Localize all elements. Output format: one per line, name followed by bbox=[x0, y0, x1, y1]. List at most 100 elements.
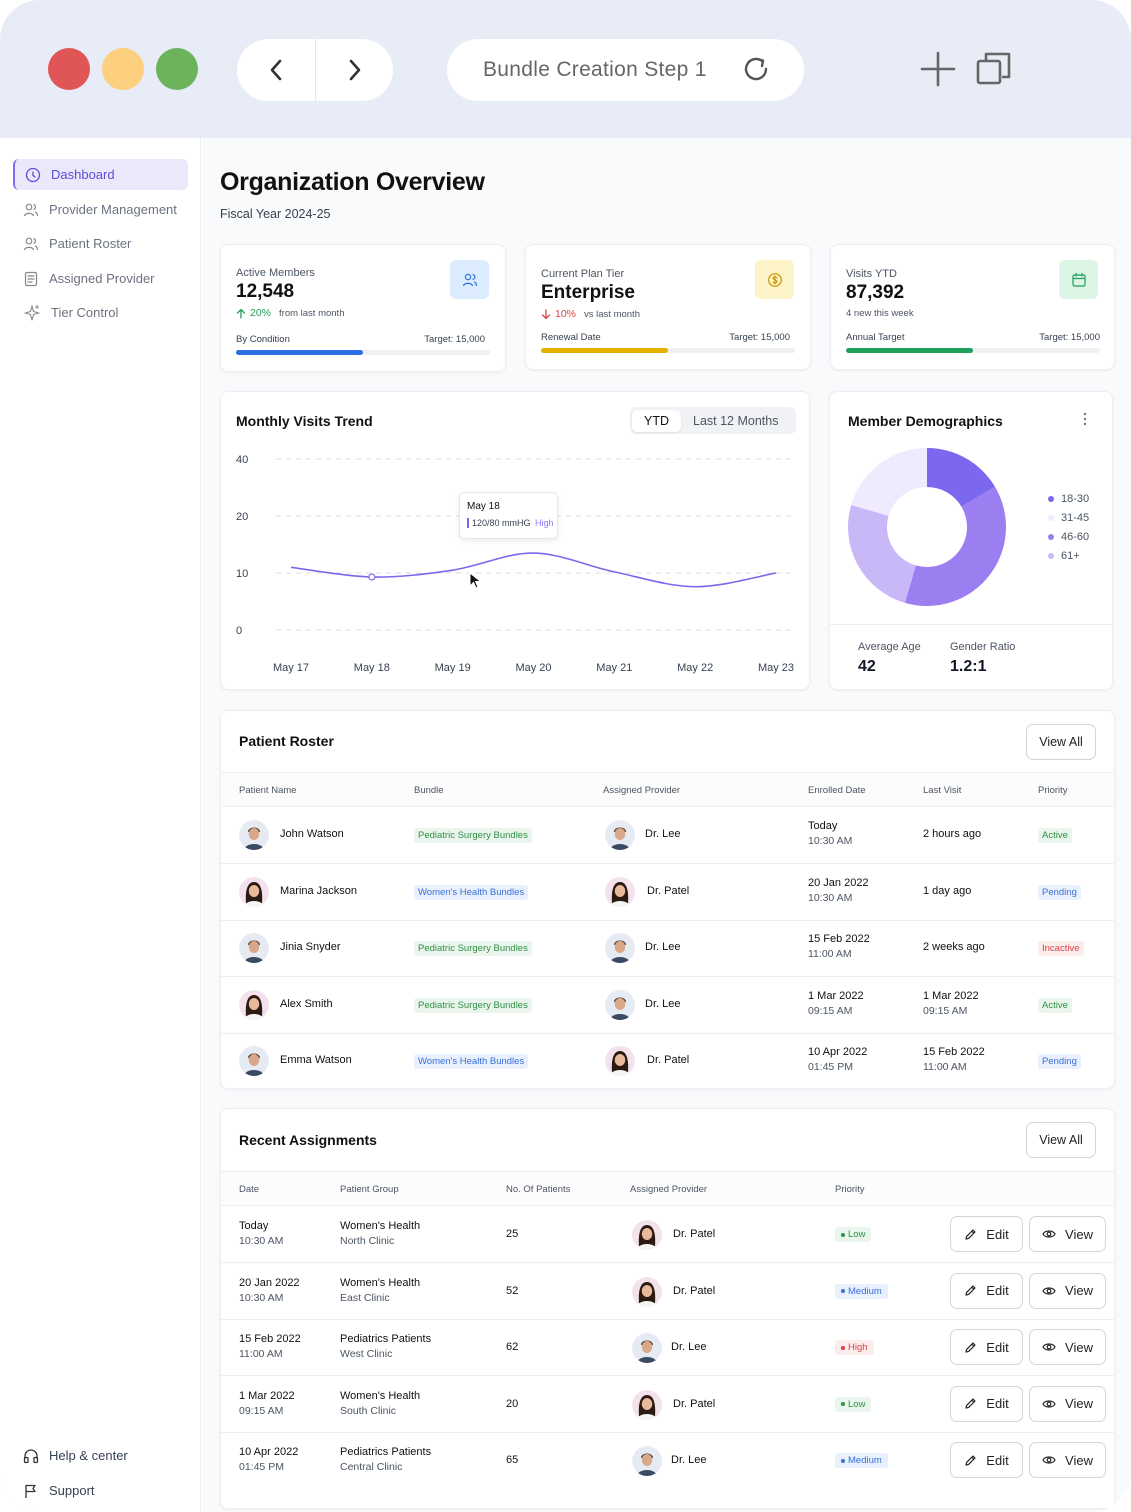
provider-avatar bbox=[632, 1220, 662, 1250]
enrolled-day: 10 Apr 2022 bbox=[808, 1046, 868, 1058]
priority-dot bbox=[841, 1458, 845, 1463]
sidebar-item-label: Patient Roster bbox=[49, 236, 132, 251]
clinic-name: West Clinic bbox=[340, 1348, 393, 1360]
address-bar[interactable]: Bundle Creation Step 1 bbox=[447, 39, 804, 101]
edit-button[interactable]: Edit bbox=[950, 1329, 1023, 1365]
assignment-date: 1 Mar 2022 09:15 AM bbox=[239, 1390, 295, 1417]
legend-label: 18-30 bbox=[1061, 493, 1090, 505]
edit-label: Edit bbox=[986, 1396, 1009, 1411]
visits-trend-card: Monthly Visits Trend YTD Last 12 Months … bbox=[220, 391, 810, 690]
table-row[interactable]: Today 10:30 AM Women's Health North Clinic 2… bbox=[221, 1206, 1114, 1263]
group-name: Women's Health bbox=[340, 1220, 421, 1232]
view-button[interactable]: View bbox=[1029, 1385, 1106, 1422]
tooltip-level: High bbox=[535, 518, 554, 528]
sidebar: Dashboard Provider Management Patient Ro… bbox=[0, 138, 201, 1512]
recent-assignments-card: Recent Assignments View All Date Patient… bbox=[220, 1108, 1115, 1509]
clinic-name: East Clinic bbox=[340, 1291, 390, 1304]
table-row[interactable]: Emma Watson Women's Health Bundles Dr. Pat… bbox=[221, 1033, 1114, 1090]
table-row[interactable]: 15 Feb 2022 11:00 AM Pediatrics Patients We… bbox=[221, 1319, 1114, 1376]
new-tab-icon[interactable] bbox=[920, 51, 956, 87]
status-badge: Active bbox=[1038, 828, 1072, 843]
sidebar-item-assigned-provider[interactable]: Assigned Provider bbox=[13, 263, 188, 294]
sidebar-item-patient-roster[interactable]: Patient Roster bbox=[13, 228, 188, 259]
maximize-window-button[interactable] bbox=[156, 48, 198, 90]
view-button[interactable]: View bbox=[1029, 1442, 1106, 1478]
eye-icon bbox=[1042, 1230, 1056, 1238]
patient-avatar bbox=[239, 1046, 269, 1076]
close-window-button[interactable] bbox=[48, 48, 90, 90]
column-header: Assigned Provider bbox=[630, 1184, 708, 1195]
sidebar-item-label: Tier Control bbox=[51, 305, 119, 320]
donut-segment-31-45[interactable] bbox=[851, 448, 927, 516]
stat-change: 10% vs last month bbox=[541, 308, 640, 320]
sidebar-item-tier-control[interactable]: Tier Control bbox=[13, 297, 188, 328]
edit-button[interactable]: Edit bbox=[950, 1216, 1023, 1252]
forward-button[interactable] bbox=[315, 39, 393, 101]
roster-title: Patient Roster bbox=[239, 733, 334, 749]
view-button[interactable]: View bbox=[1029, 1272, 1106, 1309]
patient-group: Pediatrics Patients West Clinic bbox=[340, 1333, 431, 1360]
table-row[interactable]: John Watson Pediatric Surgery Bundles Dr. … bbox=[221, 807, 1114, 864]
stat-value: 12,548 bbox=[236, 281, 295, 302]
history-nav bbox=[237, 39, 393, 101]
edit-button[interactable]: Edit bbox=[950, 1385, 1023, 1422]
sidebar-item-support[interactable]: Support bbox=[13, 1475, 188, 1506]
donut-segment-46-60[interactable] bbox=[904, 486, 1006, 606]
minimize-window-button[interactable] bbox=[102, 48, 144, 90]
tooltip-value: 120/80 mmHG High bbox=[467, 518, 554, 528]
priority-badge: Medium bbox=[835, 1283, 888, 1299]
sidebar-item-dashboard[interactable]: Dashboard bbox=[13, 159, 188, 190]
tabs-overview-icon[interactable] bbox=[975, 50, 1013, 88]
assignment-time: 10:30 AM bbox=[239, 1291, 284, 1304]
table-row[interactable]: 10 Apr 2022 01:45 PM Pediatrics Patients Ce… bbox=[221, 1432, 1114, 1489]
view-button[interactable]: View bbox=[1029, 1216, 1106, 1252]
provider-name: Dr. Patel bbox=[673, 1228, 716, 1240]
priority-label: Low bbox=[848, 1229, 866, 1240]
more-options-icon[interactable] bbox=[1082, 411, 1088, 427]
provider-avatar bbox=[605, 876, 635, 907]
stat-label: Active Members bbox=[236, 267, 315, 279]
group-name: Pediatrics Patients bbox=[340, 1333, 432, 1345]
priority-badge: High bbox=[835, 1340, 874, 1355]
last-visit: 2 hours ago bbox=[923, 828, 981, 840]
roster-view-all-button[interactable]: View All bbox=[1026, 724, 1096, 760]
table-row[interactable]: Jinia Snyder Pediatric Surgery Bundles Dr.… bbox=[221, 920, 1114, 977]
enrolled-date: 20 Jan 2022 10:30 AM bbox=[808, 877, 869, 904]
users-icon bbox=[23, 237, 39, 250]
data-point[interactable] bbox=[368, 573, 376, 581]
table-row[interactable]: Alex Smith Pediatric Surgery Bundles Dr. L… bbox=[221, 977, 1114, 1034]
sidebar-item-provider-management[interactable]: Provider Management bbox=[13, 194, 188, 225]
back-button[interactable] bbox=[237, 39, 315, 101]
demographics-donut bbox=[848, 448, 1006, 606]
assignments-view-all-button[interactable]: View All bbox=[1026, 1122, 1096, 1158]
dashboard-icon bbox=[25, 167, 41, 182]
legend-item-46-60: 46-60 bbox=[1048, 531, 1089, 543]
table-row[interactable]: 20 Jan 2022 10:30 AM Women's Health East Cl… bbox=[221, 1263, 1114, 1320]
legend-label: 46-60 bbox=[1061, 531, 1090, 543]
sidebar-item-help-center[interactable]: Help & center bbox=[13, 1440, 188, 1471]
patient-name: Alex Smith bbox=[280, 997, 333, 1010]
last-visit: 1 day ago bbox=[923, 885, 971, 897]
table-row[interactable]: 1 Mar 2022 09:15 AM Women's Health South Cl… bbox=[221, 1376, 1114, 1433]
view-label: View bbox=[1065, 1283, 1093, 1298]
enrolled-day: 15 Feb 2022 bbox=[808, 933, 870, 945]
table-row[interactable]: Marina Jackson Women's Health Bundles Dr. … bbox=[221, 864, 1114, 921]
stat-label: Current Plan Tier bbox=[541, 268, 625, 280]
progress-target: Target: 15,000 bbox=[729, 332, 790, 343]
enrolled-date: Today 10:30 AM bbox=[808, 820, 852, 847]
group-name: Women's Health bbox=[340, 1389, 421, 1402]
edit-button[interactable]: Edit bbox=[950, 1272, 1023, 1309]
main-content: Organization Overview Fiscal Year 2024-2… bbox=[202, 138, 1131, 1512]
sidebar-item-label: Provider Management bbox=[49, 202, 177, 217]
provider-name: Dr. Patel bbox=[673, 1284, 716, 1297]
provider-name: Dr. Lee bbox=[671, 1341, 707, 1353]
patient-avatar bbox=[239, 989, 269, 1020]
legend-item-61-plus: 61+ bbox=[1048, 550, 1080, 562]
view-button[interactable]: View bbox=[1029, 1329, 1106, 1365]
edit-button[interactable]: Edit bbox=[950, 1442, 1023, 1478]
reload-icon[interactable] bbox=[740, 53, 772, 85]
edit-label: Edit bbox=[986, 1226, 1009, 1242]
donut-segment-61-plus[interactable] bbox=[848, 504, 916, 603]
assignment-time: 01:45 PM bbox=[239, 1461, 284, 1473]
x-tick-label: May 19 bbox=[435, 662, 471, 674]
